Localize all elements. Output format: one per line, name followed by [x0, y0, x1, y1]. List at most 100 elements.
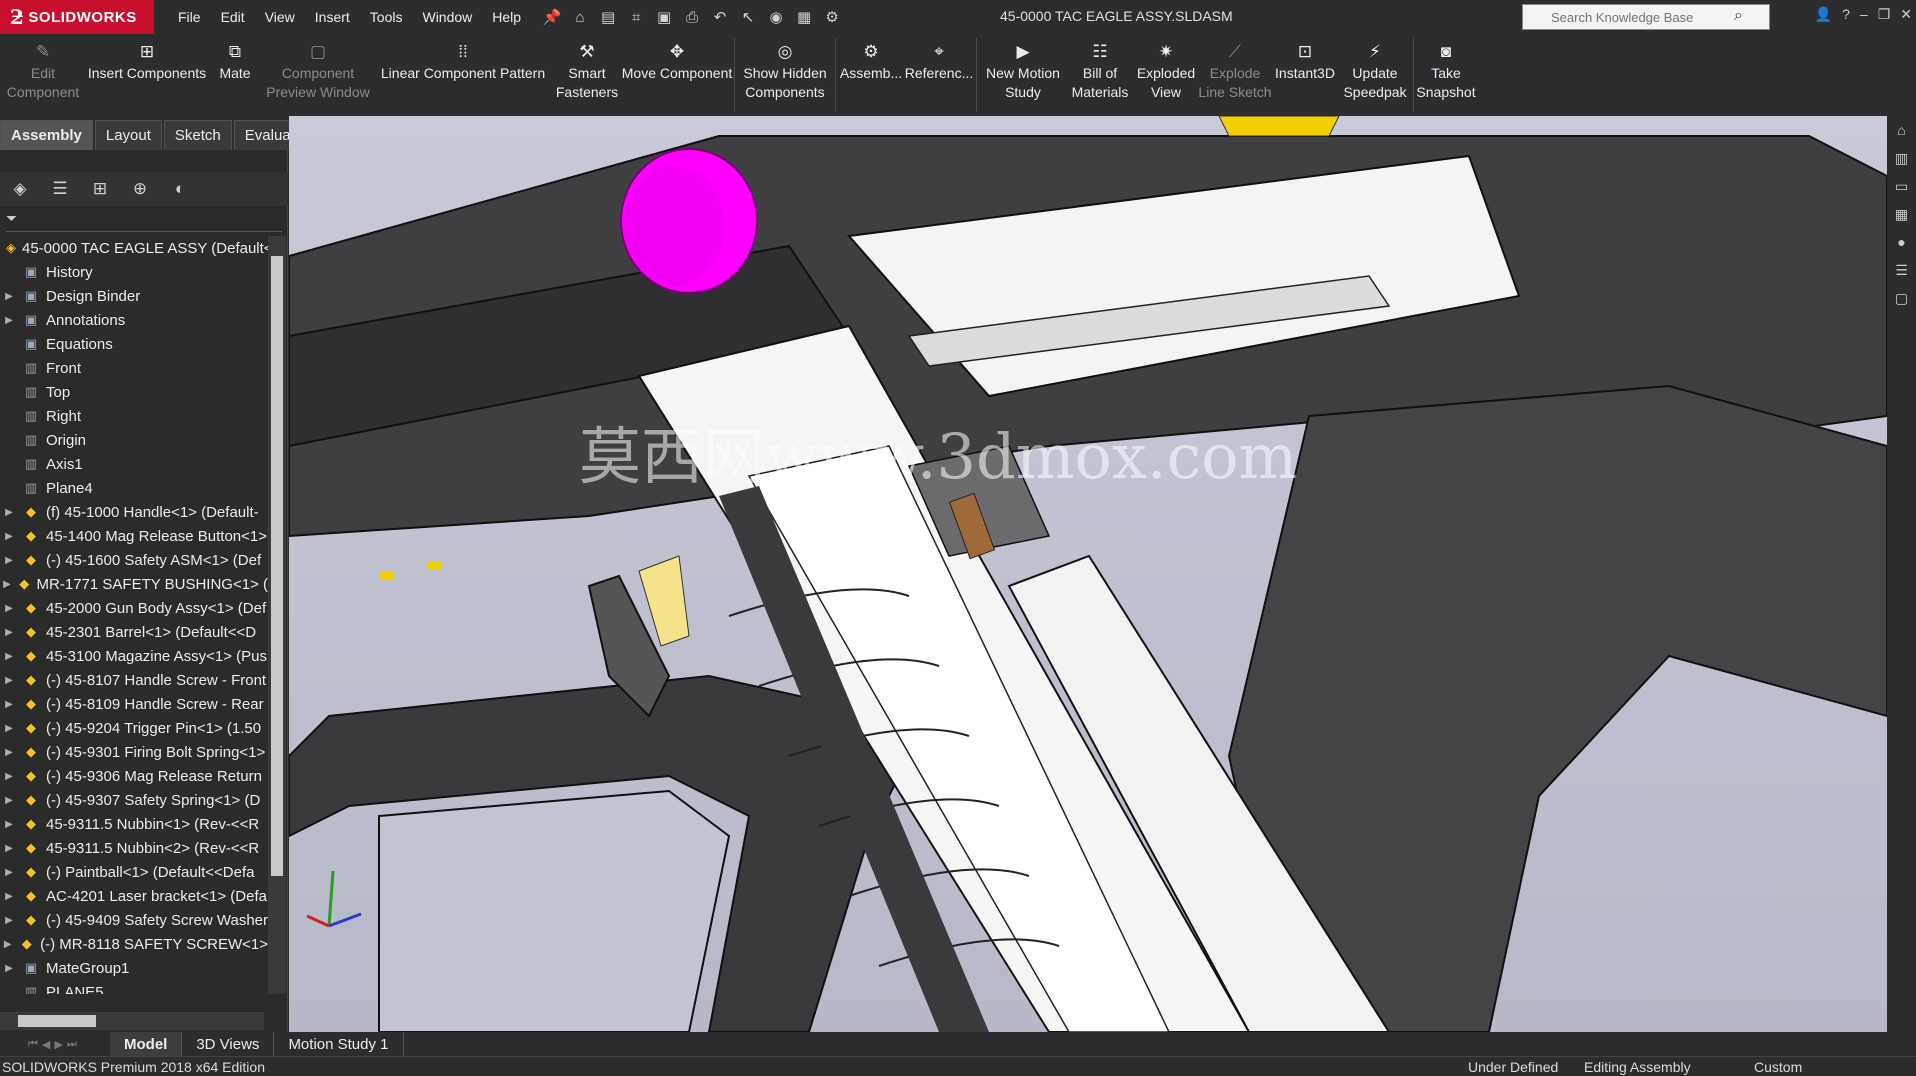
tree-item[interactable]: ▥ Origin	[0, 428, 268, 452]
expand-arrow-icon[interactable]: ▶	[2, 675, 16, 686]
tab-sketch[interactable]: Sketch	[163, 120, 232, 150]
tree-filter[interactable]: ⏷	[6, 210, 282, 232]
expand-arrow-icon[interactable]: ▶	[2, 843, 16, 854]
expand-arrow-icon[interactable]: ▶	[2, 507, 16, 518]
expand-arrow-icon[interactable]: ▶	[2, 579, 12, 590]
expand-arrow-icon[interactable]: ▶	[2, 603, 16, 614]
undo-icon[interactable]: ↶	[709, 7, 731, 27]
tree-item[interactable]: ◈ 45-0000 TAC EAGLE ASSY (Default<	[0, 236, 268, 260]
tree-item[interactable]: ▥ Front	[0, 356, 268, 380]
expand-arrow-icon[interactable]: ▶	[2, 723, 16, 734]
tab-motion-study-1[interactable]: Motion Study 1	[274, 1032, 404, 1056]
menu-edit[interactable]: Edit	[211, 9, 255, 25]
tree-item[interactable]: ▥ Plane4	[0, 476, 268, 500]
tab-layout[interactable]: Layout	[94, 120, 162, 150]
instant3d-button[interactable]: ⊡ Instant3D	[1271, 34, 1339, 116]
graphics-viewport[interactable]: 莫西网www.3dmox.com	[289, 116, 1887, 1032]
expand-arrow-icon[interactable]: ▶	[2, 819, 16, 830]
menu-insert[interactable]: Insert	[305, 9, 360, 25]
bom-button[interactable]: ☷ Bill of Materials	[1067, 34, 1133, 116]
configuration-manager-tab-icon[interactable]: ⊞	[88, 178, 112, 200]
home-icon[interactable]: ⌂	[569, 7, 591, 27]
tree-item[interactable]: ▶ ◆ (-) 45-9204 Trigger Pin<1> (1.50	[0, 716, 268, 740]
dimxpert-tab-icon[interactable]: ⊕	[128, 178, 152, 200]
menu-help[interactable]: Help	[482, 9, 531, 25]
insert-components-button[interactable]: ⊞ Insert Components	[86, 34, 208, 116]
tree-vertical-scrollbar[interactable]	[268, 236, 286, 994]
smart-fasteners-button[interactable]: ⚒ Smart Fasteners	[552, 34, 622, 116]
menu-window[interactable]: Window	[412, 9, 482, 25]
menu-view[interactable]: View	[255, 9, 305, 25]
show-hidden-button[interactable]: ◎ Show Hidden Components	[737, 34, 833, 116]
edit-component-button[interactable]: ✎ Edit Component	[0, 34, 86, 116]
appearances-icon[interactable]: ●	[1887, 228, 1916, 256]
user-icon[interactable]: 👤	[1815, 6, 1832, 23]
search-icon[interactable]: ⌕	[1734, 7, 1743, 25]
first-tab-icon[interactable]: ⏮	[28, 1038, 38, 1051]
tree-item[interactable]: ▶ ◆ (-) 45-9301 Firing Bolt Spring<1>	[0, 740, 268, 764]
tree-item[interactable]: ▶ ◆ (-) MR-8118 SAFETY SCREW<1>	[0, 932, 268, 956]
new-document-icon[interactable]: ▤	[597, 7, 619, 27]
tree-item[interactable]: ▶ ◆ (-) 45-8107 Handle Screw - Front	[0, 668, 268, 692]
expand-arrow-icon[interactable]: ▶	[2, 915, 16, 926]
tree-item[interactable]: ▶ ◆ 45-9311.5 Nubbin<1> (Rev-<<R	[0, 812, 268, 836]
tree-item[interactable]: ▶ ◆ (-) 45-1600 Safety ASM<1> (Def	[0, 548, 268, 572]
knowledge-base-search[interactable]: ⌕	[1522, 4, 1770, 30]
rebuild-icon[interactable]: ◉	[765, 7, 787, 27]
tab-model[interactable]: Model	[110, 1032, 183, 1056]
pin-icon[interactable]: 📌	[541, 7, 563, 27]
resources-icon[interactable]: ⌂	[1887, 116, 1916, 144]
tab-assembly[interactable]: Assembly	[0, 120, 93, 150]
property-manager-tab-icon[interactable]: ☰	[48, 178, 72, 200]
tree-item[interactable]: ▥ PLANE5	[0, 980, 268, 995]
expand-arrow-icon[interactable]: ▶	[2, 315, 16, 326]
expand-arrow-icon[interactable]: ▶	[2, 891, 16, 902]
search-input[interactable]	[1523, 9, 1713, 25]
minimize-icon[interactable]: –	[1860, 6, 1868, 23]
speedpak-button[interactable]: ⚡ Update Speedpak	[1339, 34, 1411, 116]
display-manager-tab-icon[interactable]: ◐	[168, 178, 192, 200]
expand-arrow-icon[interactable]: ▶	[2, 651, 16, 662]
reference-geometry-button[interactable]: ⌖ Referenc...	[904, 34, 974, 116]
expand-arrow-icon[interactable]: ▶	[2, 795, 16, 806]
tree-item[interactable]: ▶ ◆ 45-2301 Barrel<1> (Default<<D	[0, 620, 268, 644]
restore-icon[interactable]: ❐	[1878, 6, 1891, 23]
tree-item[interactable]: ▶ ◆ (f) 45-1000 Handle<1> (Default-	[0, 500, 268, 524]
camera-button[interactable]: ◙ Take Snapshot	[1416, 34, 1476, 116]
tree-item[interactable]: ▣ Equations	[0, 332, 268, 356]
expand-arrow-icon[interactable]: ▶	[2, 531, 16, 542]
options-gear-icon[interactable]: ⚙	[821, 7, 843, 27]
custom-properties-icon[interactable]: ☰	[1887, 256, 1916, 284]
expand-arrow-icon[interactable]: ▶	[2, 699, 16, 710]
tree-item[interactable]: ▶ ◆ (-) 45-9307 Safety Spring<1> (D	[0, 788, 268, 812]
explode-line-button[interactable]: ⟋ Explode Line Sketch	[1198, 34, 1271, 116]
expand-arrow-icon[interactable]: ▶	[2, 555, 16, 566]
expand-arrow-icon[interactable]: ▶	[2, 963, 16, 974]
tree-item[interactable]: ▶ ◆ 45-9311.5 Nubbin<2> (Rev-<<R	[0, 836, 268, 860]
tree-item[interactable]: ▶ ▣ Design Binder	[0, 284, 268, 308]
file-properties-icon[interactable]: ▦	[793, 7, 815, 27]
design-library-icon[interactable]: ▥	[1887, 144, 1916, 172]
assembly-model[interactable]	[289, 116, 1887, 1032]
prev-tab-icon[interactable]: ◀	[42, 1038, 50, 1051]
last-tab-icon[interactable]: ⏭	[67, 1038, 77, 1051]
tab-3d-views[interactable]: 3D Views	[182, 1032, 275, 1056]
tree-item[interactable]: ▶ ◆ 45-1400 Mag Release Button<1>	[0, 524, 268, 548]
view-palette-icon[interactable]: ▦	[1887, 200, 1916, 228]
assembly-features-button[interactable]: ⚙ Assemb...	[838, 34, 904, 116]
motion-study-button[interactable]: ▶ New Motion Study	[979, 34, 1067, 116]
tree-item[interactable]: ▶ ◆ 45-3100 Magazine Assy<1> (Pus	[0, 644, 268, 668]
select-icon[interactable]: ↖	[737, 7, 759, 27]
print-icon[interactable]: ⎙	[681, 7, 703, 27]
tree-item[interactable]: ▣ History	[0, 260, 268, 284]
tree-item[interactable]: ▶ ◆ AC-4201 Laser bracket<1> (Defa	[0, 884, 268, 908]
tree-item[interactable]: ▶ ▣ Annotations	[0, 308, 268, 332]
expand-arrow-icon[interactable]: ▶	[2, 291, 16, 302]
tree-item[interactable]: ▥ Right	[0, 404, 268, 428]
tree-item[interactable]: ▶ ▣ MateGroup1	[0, 956, 268, 980]
preview-window-button[interactable]: ▢ Component Preview Window	[262, 34, 374, 116]
expand-arrow-icon[interactable]: ▶	[2, 627, 16, 638]
expand-arrow-icon[interactable]: ▶	[2, 867, 16, 878]
open-icon[interactable]: ⌗	[625, 7, 647, 27]
linear-pattern-button[interactable]: ⁞⁞ Linear Component Pattern	[374, 34, 552, 116]
